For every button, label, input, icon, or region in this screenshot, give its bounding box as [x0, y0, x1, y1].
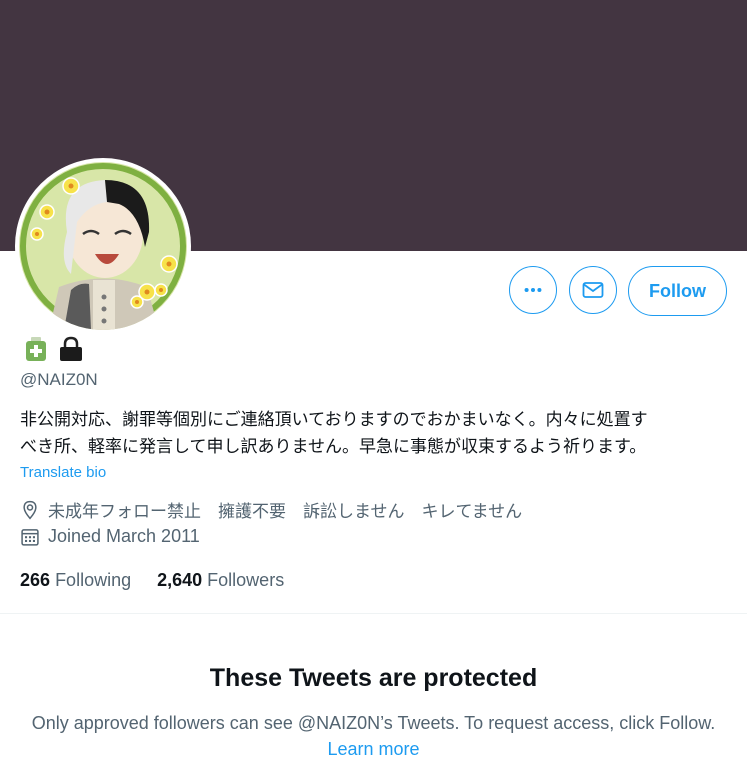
more-button[interactable] — [509, 266, 557, 314]
profile-handle: @NAIZ0N — [20, 370, 98, 389]
following-count: 266 — [20, 570, 51, 590]
lock-icon — [60, 336, 82, 361]
location-pin-icon — [23, 500, 37, 519]
envelope-icon — [582, 282, 604, 298]
profile-stats: 266 Following 2,640 Followers — [20, 570, 284, 591]
bio-line: 非公開対応、謝罪等個別にご連絡頂いておりますのでおかまいなく。内々に処置す — [20, 410, 648, 430]
joined-text: Joined March 2011 — [48, 526, 200, 546]
profile-badges — [24, 336, 84, 362]
divider — [0, 613, 747, 614]
medical-kit-icon — [26, 337, 46, 361]
following-label: Following — [55, 570, 132, 590]
followers-label: Followers — [207, 570, 285, 590]
followers-link[interactable]: 2,640 Followers — [157, 570, 284, 591]
message-button[interactable] — [569, 266, 617, 314]
avatar[interactable] — [19, 162, 187, 330]
location-text: 未成年フォロー禁止 擁護不要 訴訟しません キレてません — [48, 502, 523, 522]
followers-count: 2,640 — [157, 570, 203, 590]
translate-bio-link[interactable]: Translate bio — [20, 464, 106, 481]
protected-message: Only approved followers can see @NAIZ0N’… — [0, 710, 747, 762]
learn-more-link[interactable]: Learn more — [327, 739, 419, 759]
profile-location: 未成年フォロー禁止 擁護不要 訴訟しません キレてません — [20, 497, 522, 522]
protected-text: Only approved followers can see @NAIZ0N’… — [31, 713, 716, 733]
bio-line: べき所、軽率に発言して申し訳ありません。早急に事態が収束するよう祈ります。 — [20, 437, 647, 457]
profile-bio: 非公開対応、謝罪等個別にご連絡頂いておりますのでおかまいなく。内々に処置す べき… — [20, 407, 730, 461]
calendar-icon — [21, 528, 39, 546]
more-horizontal-icon — [524, 287, 542, 293]
protected-title: These Tweets are protected — [209, 664, 538, 692]
following-link[interactable]: 266 Following — [20, 570, 131, 591]
profile-joined: Joined March 2011 — [20, 526, 200, 547]
follow-button[interactable]: Follow — [628, 266, 727, 316]
